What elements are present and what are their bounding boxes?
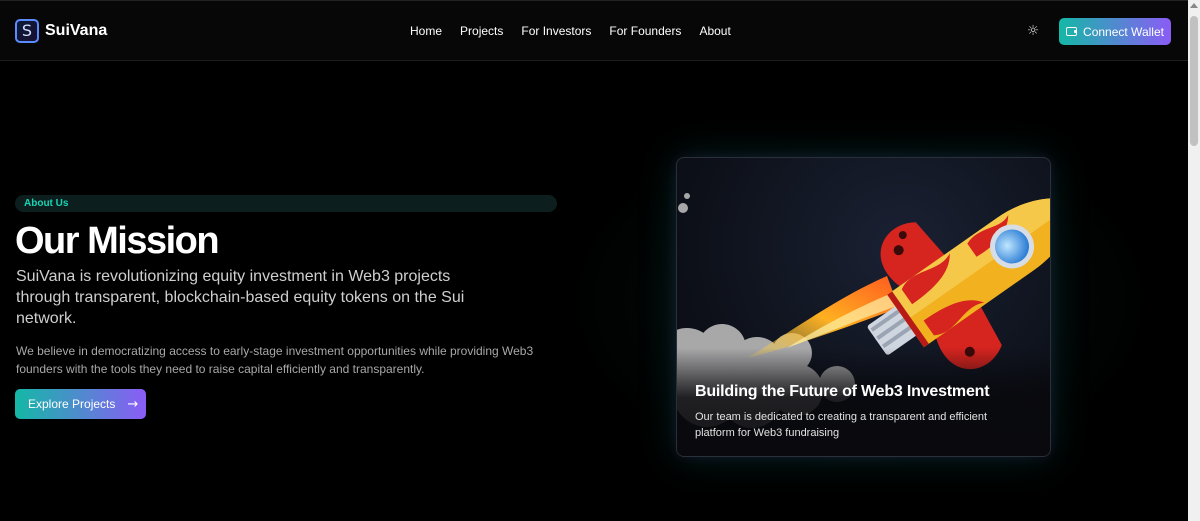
section-eyebrow: About Us xyxy=(15,195,557,212)
card-description: Our team is dedicated to creating a tran… xyxy=(695,411,988,439)
brand-logo[interactable]: S SuiVana xyxy=(15,19,107,43)
card-title: Building the Future of Web3 Investment xyxy=(695,383,990,400)
nav-home[interactable]: Home xyxy=(410,24,442,38)
nav-about[interactable]: About xyxy=(699,24,730,38)
connect-wallet-label: Connect Wallet xyxy=(1083,24,1164,39)
logo-badge-icon: S xyxy=(15,19,39,43)
mission-body: We believe in democratizing access to ea… xyxy=(16,344,534,376)
connect-wallet-button[interactable]: Connect Wallet xyxy=(1059,18,1171,45)
feature-card: Building the Future of Web3 Investment O… xyxy=(676,157,1051,457)
site-header: S SuiVana Home Projects For Investors Fo… xyxy=(0,0,1188,61)
mission-lead: SuiVana is revolutionizing equity invest… xyxy=(16,268,465,327)
wallet-icon xyxy=(1066,27,1078,36)
nav-for-investors[interactable]: For Investors xyxy=(521,24,591,38)
sun-icon[interactable]: ☼ xyxy=(1025,23,1041,39)
nav-for-founders[interactable]: For Founders xyxy=(609,24,681,38)
main-nav: Home Projects For Investors For Founders… xyxy=(410,24,749,38)
explore-projects-label: Explore Projects xyxy=(28,397,116,411)
brand-name: SuiVana xyxy=(45,22,108,39)
nav-projects[interactable]: Projects xyxy=(460,24,503,38)
page-title: Our Mission xyxy=(15,220,220,262)
vertical-scrollbar[interactable] xyxy=(1188,0,1200,521)
arrow-right-icon: → xyxy=(127,396,139,412)
scroll-up-arrow-icon[interactable] xyxy=(1190,3,1198,8)
scroll-thumb[interactable] xyxy=(1190,16,1198,146)
explore-projects-button[interactable]: Explore Projects → xyxy=(15,389,146,419)
